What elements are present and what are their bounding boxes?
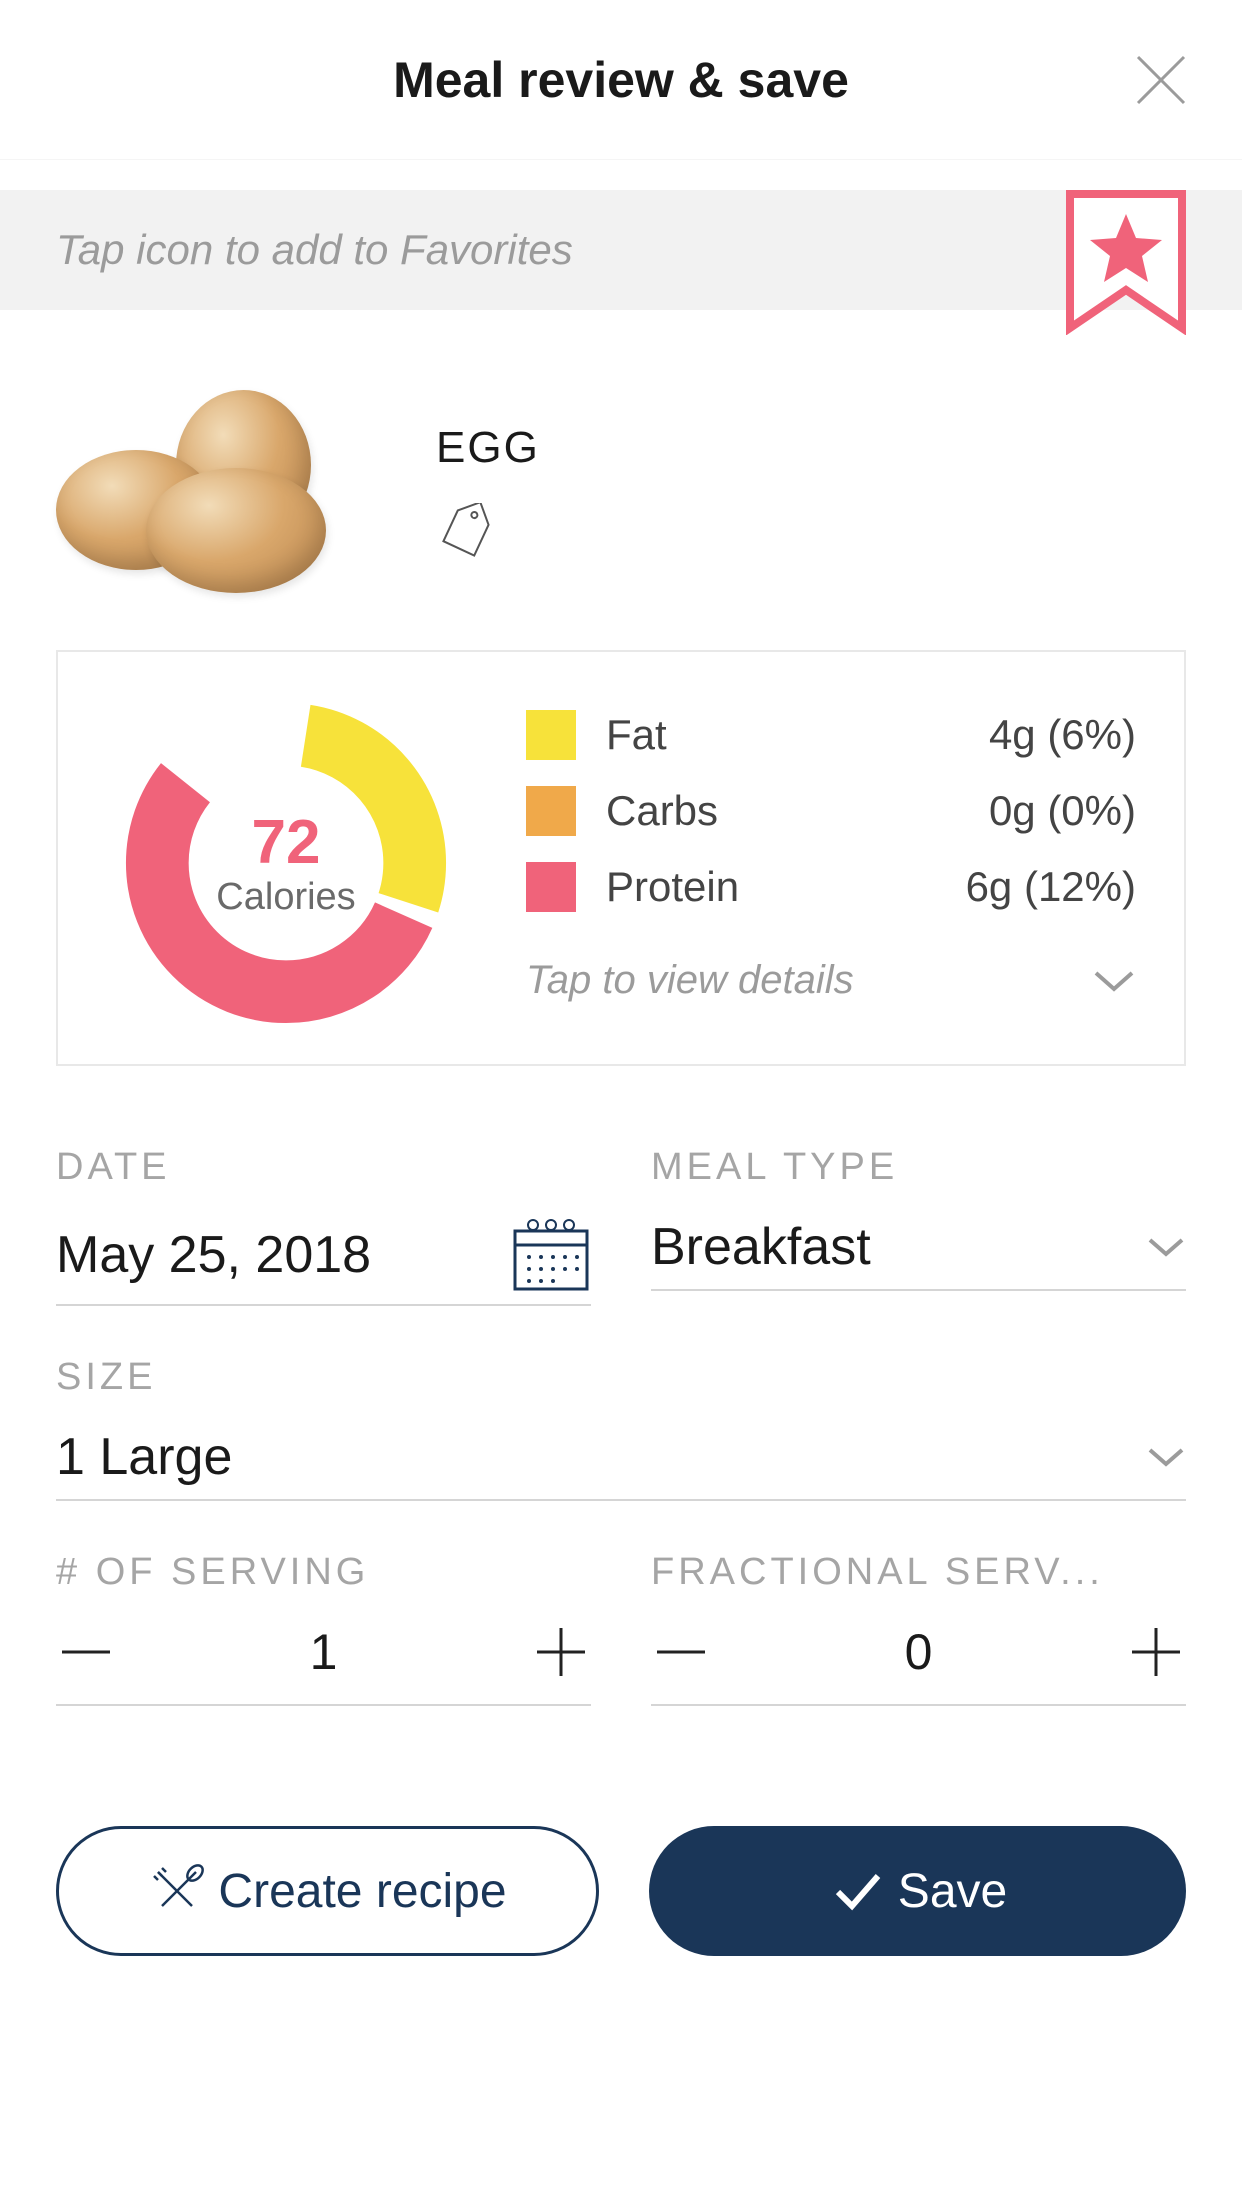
tag-icon[interactable] <box>436 503 496 558</box>
minus-icon <box>56 1622 116 1682</box>
macro-row-protein: Protein 6g (12%) <box>526 862 1136 912</box>
favorites-hint: Tap icon to add to Favorites <box>56 226 573 274</box>
macro-value: 6g (12%) <box>966 863 1136 911</box>
meal-form: DATE May 25, 2018 MEAL TYPE <box>0 1086 1242 1706</box>
create-recipe-button[interactable]: Create recipe <box>56 1826 599 1956</box>
servings-decrement[interactable] <box>56 1622 116 1682</box>
food-header: EGG <box>0 310 1242 630</box>
fractional-label: FRACTIONAL SERV... <box>651 1551 1186 1594</box>
macro-name: Fat <box>606 711 989 759</box>
fractional-decrement[interactable] <box>651 1622 711 1682</box>
meal-type-value: Breakfast <box>651 1217 871 1277</box>
macro-value: 0g (0%) <box>989 787 1136 835</box>
servings-value: 1 <box>310 1623 338 1681</box>
close-icon <box>1136 55 1186 105</box>
bookmark-star-icon <box>1066 190 1186 335</box>
fractional-field: FRACTIONAL SERV... 0 <box>651 1551 1186 1706</box>
fat-swatch <box>526 710 576 760</box>
macro-name: Protein <box>606 863 966 911</box>
create-recipe-label: Create recipe <box>218 1864 506 1919</box>
size-value: 1 Large <box>56 1427 232 1487</box>
food-name: EGG <box>436 423 540 473</box>
calories-label: Calories <box>216 876 355 919</box>
close-button[interactable] <box>1136 55 1186 105</box>
calendar-icon <box>511 1217 591 1292</box>
fractional-value: 0 <box>905 1623 933 1681</box>
macro-row-fat: Fat 4g (6%) <box>526 710 1136 760</box>
meal-type-label: MEAL TYPE <box>651 1146 1186 1189</box>
size-label: SIZE <box>56 1356 1186 1399</box>
nutrition-card: 72 Calories Fat 4g (6%) Carbs 0g (0%) Pr… <box>56 650 1186 1066</box>
details-hint: Tap to view details <box>526 958 1062 1003</box>
date-value: May 25, 2018 <box>56 1225 371 1285</box>
servings-field: # OF SERVING 1 <box>56 1551 591 1706</box>
page-title: Meal review & save <box>393 51 849 109</box>
plus-icon <box>531 1622 591 1682</box>
meal-type-field[interactable]: MEAL TYPE Breakfast <box>651 1146 1186 1306</box>
favorites-bar: Tap icon to add to Favorites <box>0 190 1242 310</box>
servings-label: # OF SERVING <box>56 1551 591 1594</box>
macro-row-carbs: Carbs 0g (0%) <box>526 786 1136 836</box>
protein-swatch <box>526 862 576 912</box>
check-icon <box>828 1862 886 1920</box>
plus-icon <box>1126 1622 1186 1682</box>
calories-value: 72 <box>216 807 355 878</box>
save-button[interactable]: Save <box>649 1826 1186 1956</box>
action-bar: Create recipe Save <box>0 1756 1242 1956</box>
calorie-donut-chart: 72 Calories <box>106 698 466 1028</box>
fractional-increment[interactable] <box>1126 1622 1186 1682</box>
save-label: Save <box>898 1864 1007 1919</box>
chevron-down-icon <box>1146 1235 1186 1259</box>
chevron-down-icon <box>1146 1445 1186 1469</box>
carbs-swatch <box>526 786 576 836</box>
date-label: DATE <box>56 1146 591 1189</box>
size-field[interactable]: SIZE 1 Large <box>56 1356 1186 1501</box>
utensils-icon <box>148 1862 206 1920</box>
macro-name: Carbs <box>606 787 989 835</box>
view-details-button[interactable]: Tap to view details <box>526 958 1136 1003</box>
macro-value: 4g (6%) <box>989 711 1136 759</box>
header: Meal review & save <box>0 0 1242 160</box>
servings-increment[interactable] <box>531 1622 591 1682</box>
minus-icon <box>651 1622 711 1682</box>
food-image <box>56 390 376 590</box>
favorite-button[interactable] <box>1066 190 1186 335</box>
chevron-down-icon <box>1092 967 1136 995</box>
date-field[interactable]: DATE May 25, 2018 <box>56 1146 591 1306</box>
